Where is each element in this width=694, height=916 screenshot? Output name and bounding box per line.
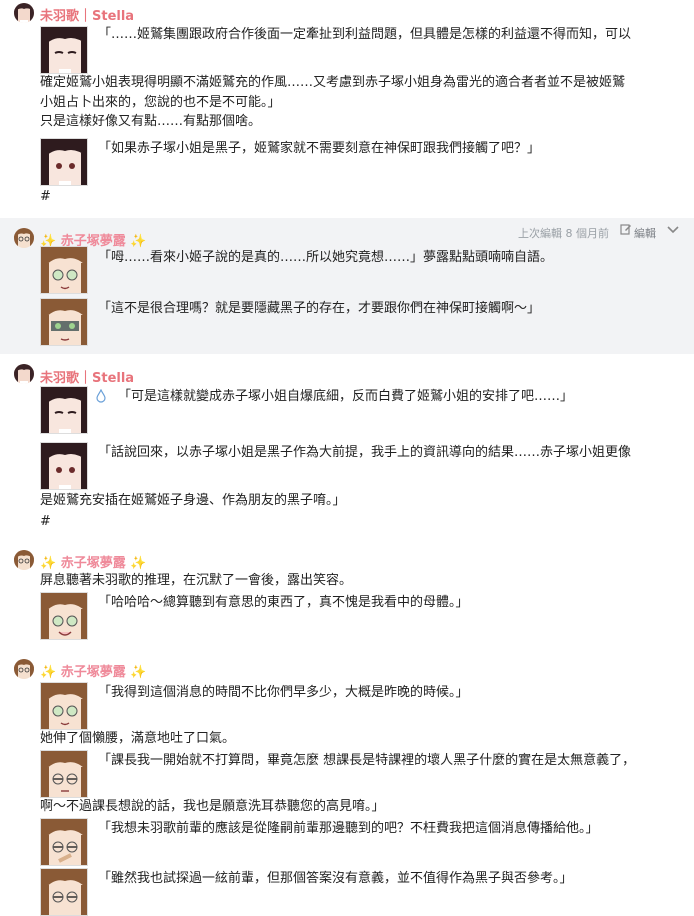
avatar[interactable]	[14, 659, 34, 679]
message-text: 「課長我一開始就不打算問，畢竟怎麼 想課長是特課裡的壞人黑子什麼的實在是太無意義…	[98, 753, 636, 768]
message-text: 小姐占卜出來的，您說的也不是不可能。」	[40, 95, 281, 110]
message-text: 啊～不過課長想說的話，我也是願意洗耳恭聽您的高見唷。」	[40, 799, 385, 814]
message-text: 「雖然我也試探過一絃前輩，但那個答案沒有意義，並不值得作為黑子與否參考。」	[98, 871, 573, 886]
message-text: 「話說回來，以赤子塚小姐是黑子作為大前提，我手上的資訊導向的結果……赤子塚小姐更…	[98, 445, 632, 460]
message-post-1: 未羽歌｜Stella 「……姬鷲集團跟政府合作後面一定牽扯到利益問題，但具體是怎…	[0, 0, 694, 214]
author-name[interactable]: 未羽歌｜Stella	[40, 367, 134, 386]
message-text: 「如果赤子塚小姐是黑子，姬鷲家就不需要刻意在神保町跟我們接觸了吧？」	[98, 141, 541, 156]
message-post-5: ✨ 赤子塚夢露 ✨ 「我得到這個消息的時間不比你們早多少，大概是昨晚的時候。」 …	[0, 656, 694, 916]
message-text: 只是這樣好像又有點……有點那個啥。	[40, 114, 262, 129]
avatar[interactable]	[14, 228, 34, 248]
character-face-image	[40, 298, 88, 346]
avatar[interactable]	[14, 364, 34, 384]
edit-button[interactable]: 編輯	[634, 225, 656, 241]
author-name[interactable]: 未羽歌｜Stella	[40, 5, 134, 24]
message-text: #	[40, 189, 51, 204]
message-post-2: ✨ 赤子塚夢露 ✨ 上次編輯 8 個月前 編輯 「呣……看來小姬子說的是真的………	[0, 218, 694, 354]
message-text: 「可是這樣就變成赤子塚小姐自爆底細，反而白費了姬鷲小姐的安排了吧……」	[118, 389, 574, 404]
message-post-4: ✨ 赤子塚夢露 ✨ 屏息聽著未羽歌的推理，在沉默了一會後，露出笑容。 「哈哈哈～…	[0, 546, 694, 646]
avatar[interactable]	[14, 3, 34, 23]
message-text: 確定姬鷲小姐表現得明顯不滿姬鷲充的作風……又考慮到赤子塚小姐身為雷光的適合者者並…	[40, 75, 626, 90]
character-face-image	[40, 750, 88, 798]
character-face-image	[40, 386, 88, 434]
message-text: 「這不是很合理嗎？就是要隱藏黑子的存在，才要跟你們在神保町接觸啊～」	[98, 301, 541, 316]
character-face-image	[40, 868, 88, 916]
message-text: 「我想未羽歌前輩的應該是從隆嗣前輩那邊聽到的吧？不枉費我把這個消息傳播給他。」	[98, 821, 599, 836]
character-face-image	[40, 138, 88, 186]
message-text: 「……姬鷲集團跟政府合作後面一定牽扯到利益問題，但具體是怎樣的利益還不得而知，可…	[98, 27, 632, 42]
chevron-down-icon[interactable]	[667, 224, 679, 238]
water-drop-icon	[94, 388, 108, 407]
character-face-image	[40, 246, 88, 294]
message-text: #	[40, 514, 51, 529]
character-face-image	[40, 26, 88, 74]
message-text: 「呣……看來小姬子說的是真的……所以她究竟想……」夢露點點頭喃喃自語。	[98, 250, 554, 265]
avatar[interactable]	[14, 550, 34, 570]
last-edited-label: 上次編輯 8 個月前	[518, 227, 609, 240]
author-name[interactable]: ✨ 赤子塚夢露 ✨	[40, 552, 146, 571]
message-text: 「我得到這個消息的時間不比你們早多少，大概是昨晚的時候。」	[98, 685, 469, 700]
pencil-square-icon[interactable]	[620, 223, 632, 238]
message-text: 屏息聽著未羽歌的推理，在沉默了一會後，露出笑容。	[40, 573, 353, 588]
message-text: 「哈哈哈～總算聽到有意思的東西了，真不愧是我看中的母體。」	[98, 595, 469, 610]
character-face-image	[40, 818, 88, 866]
message-text: 她伸了個懶腰，滿意地吐了口氣。	[40, 731, 236, 746]
message-text: 是姬鷲充安插在姬鷲姬子身邊、作為朋友的黑子唷。」	[40, 493, 346, 508]
character-face-image	[40, 442, 88, 490]
message-post-3: 未羽歌｜Stella 「可是這樣就變成赤子塚小姐自爆底細，反而白費了姬鷲小姐的安…	[0, 358, 694, 538]
character-face-image	[40, 682, 88, 730]
author-name[interactable]: ✨ 赤子塚夢露 ✨	[40, 661, 146, 680]
character-face-image	[40, 592, 88, 640]
